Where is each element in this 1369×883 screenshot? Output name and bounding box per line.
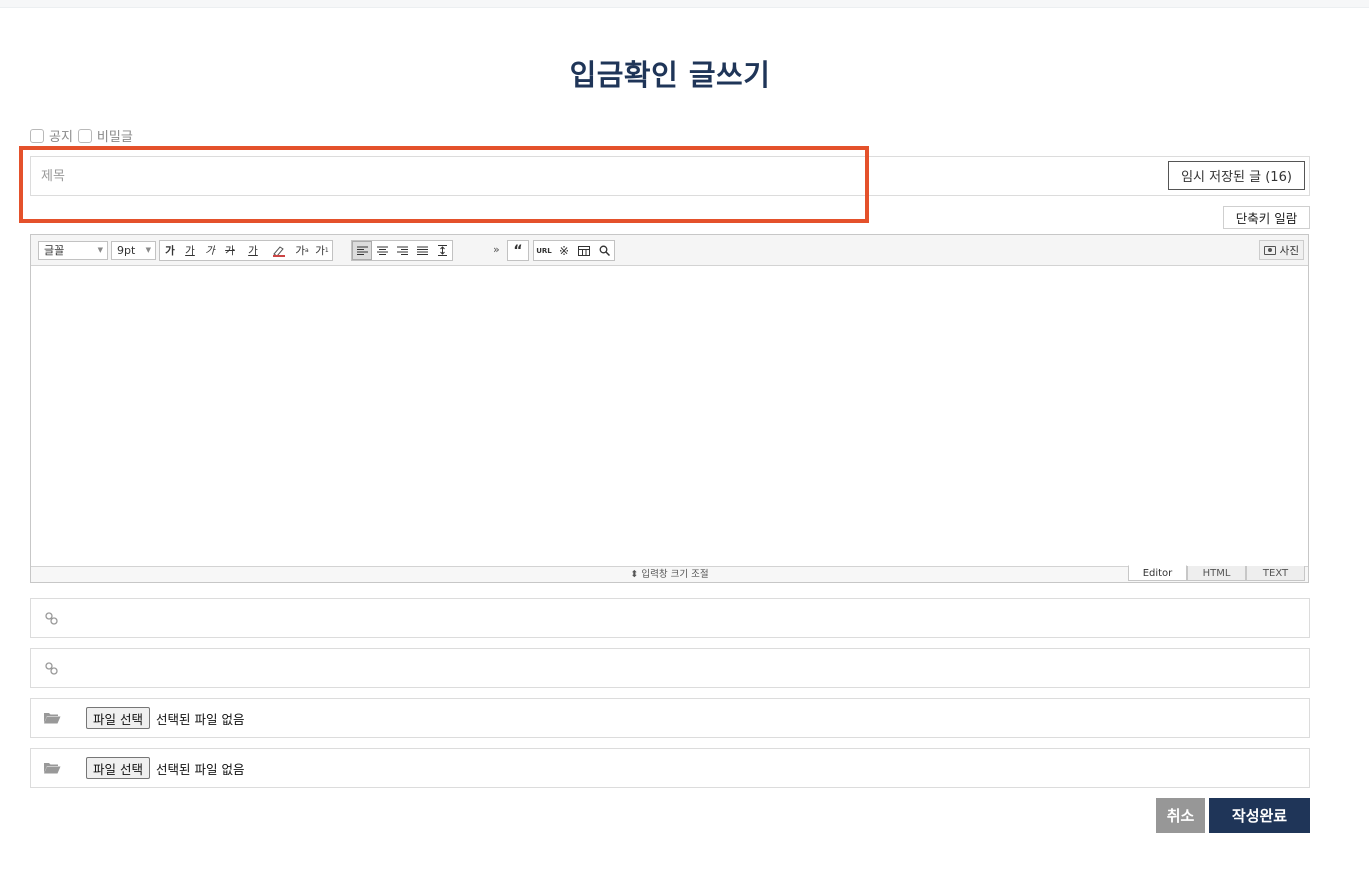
link-icon xyxy=(45,612,58,625)
file-select-button-2[interactable]: 파일 선택 xyxy=(86,757,150,779)
subscript-button[interactable]: 가1 xyxy=(312,241,332,260)
font-size-value: 9pt xyxy=(117,244,136,257)
file-row-1: 파일 선택 선택된 파일 없음 xyxy=(30,698,1310,738)
link-input-1[interactable] xyxy=(71,601,1301,635)
superscript-button[interactable]: 가a xyxy=(292,241,312,260)
align-right-icon xyxy=(396,246,408,255)
align-justify-icon xyxy=(416,246,428,255)
align-left-icon xyxy=(356,246,368,255)
photo-label: 사진 xyxy=(1279,244,1299,257)
top-bar xyxy=(0,0,1369,8)
editor-mode-tabs: Editor HTML TEXT xyxy=(1128,565,1305,582)
link-row-2 xyxy=(30,648,1310,688)
find-button[interactable] xyxy=(594,241,614,260)
italic-button[interactable]: 가 xyxy=(200,241,220,260)
camera-icon xyxy=(1263,245,1276,255)
align-justify-button[interactable] xyxy=(412,241,432,260)
submit-button[interactable]: 작성완료 xyxy=(1209,798,1310,833)
file-row-2: 파일 선택 선택된 파일 없음 xyxy=(30,748,1310,788)
bold-button[interactable]: 가 xyxy=(160,241,180,260)
line-height-icon xyxy=(437,245,447,256)
notice-checkbox[interactable]: 공지 xyxy=(30,126,73,145)
blockquote-button[interactable]: “ xyxy=(508,241,528,260)
insert-table-button[interactable] xyxy=(574,241,594,260)
page-title: 입금확인 글쓰기 xyxy=(569,58,771,92)
notice-checkbox-box[interactable] xyxy=(30,128,44,143)
font-family-select[interactable]: 글꼴 ▼ xyxy=(38,241,108,260)
search-icon xyxy=(599,245,610,256)
special-char-button[interactable]: ※ xyxy=(554,241,574,260)
folder-open-icon xyxy=(44,713,61,724)
insert-link-button[interactable]: URL xyxy=(534,241,554,260)
highlight-color-button[interactable] xyxy=(266,241,292,260)
editor-resize-handle[interactable]: ⬍ 입력창 크기 조절 xyxy=(31,566,1308,582)
align-right-button[interactable] xyxy=(392,241,412,260)
editor-toolbar: 글꼴 ▼ 9pt ▼ 가 가 가 가 가 가a 가1 » “ URL ※ 사진 xyxy=(31,235,1308,266)
autosave-list-button[interactable]: 임시 저장된 글 (16) xyxy=(1168,161,1305,190)
more-tools-button[interactable]: » xyxy=(493,243,500,256)
align-group xyxy=(351,240,453,261)
file-status-1: 선택된 파일 없음 xyxy=(156,712,245,727)
rich-text-editor: 글꼴 ▼ 9pt ▼ 가 가 가 가 가 가a 가1 » “ URL ※ 사진 … xyxy=(30,234,1309,583)
mode-tab-html[interactable]: HTML xyxy=(1187,566,1246,581)
align-center-icon xyxy=(376,246,388,255)
font-size-select[interactable]: 9pt ▼ xyxy=(111,241,156,260)
highlighter-icon xyxy=(273,245,285,257)
line-height-button[interactable] xyxy=(432,241,452,260)
notice-label: 공지 xyxy=(49,130,73,145)
subscript-label: 가 xyxy=(315,245,325,257)
link-row-1 xyxy=(30,598,1310,638)
superscript-label: 가 xyxy=(295,245,305,257)
post-options: 공지 비밀글 xyxy=(30,126,138,145)
subject-input[interactable] xyxy=(31,157,1151,195)
editor-content-area[interactable] xyxy=(31,266,1308,566)
font-family-value: 글꼴 xyxy=(44,244,65,257)
shortcut-list-button[interactable]: 단축키 일람 xyxy=(1223,206,1310,229)
file-status-2: 선택된 파일 없음 xyxy=(156,762,245,777)
quote-group: “ xyxy=(507,240,529,261)
secret-checkbox-box[interactable] xyxy=(77,128,92,143)
strikethrough-button[interactable]: 가 xyxy=(220,241,240,260)
subject-row: 임시 저장된 글 (16) xyxy=(30,156,1310,196)
chevron-down-icon: ▼ xyxy=(97,246,103,254)
text-format-group: 가 가 가 가 가 가a 가1 xyxy=(159,240,333,261)
secret-checkbox[interactable]: 비밀글 xyxy=(77,126,133,145)
link-icon xyxy=(45,662,58,675)
file-select-button-1[interactable]: 파일 선택 xyxy=(86,707,150,729)
mode-tab-editor[interactable]: Editor xyxy=(1128,565,1187,581)
asterisk-icon: ※ xyxy=(558,243,570,258)
insert-group: URL ※ xyxy=(533,240,615,261)
align-left-button[interactable] xyxy=(352,241,372,260)
font-color-button[interactable]: 가 xyxy=(240,241,266,260)
folder-open-icon xyxy=(44,763,61,774)
insert-photo-button[interactable]: 사진 xyxy=(1258,240,1304,260)
cancel-button[interactable]: 취소 xyxy=(1156,798,1205,833)
link-input-2[interactable] xyxy=(71,651,1301,685)
mode-tab-text[interactable]: TEXT xyxy=(1246,566,1305,581)
chevron-down-icon: ▼ xyxy=(145,246,151,254)
secret-label: 비밀글 xyxy=(96,130,133,145)
underline-button[interactable]: 가 xyxy=(180,241,200,260)
table-icon xyxy=(578,245,590,256)
align-center-button[interactable] xyxy=(372,241,392,260)
